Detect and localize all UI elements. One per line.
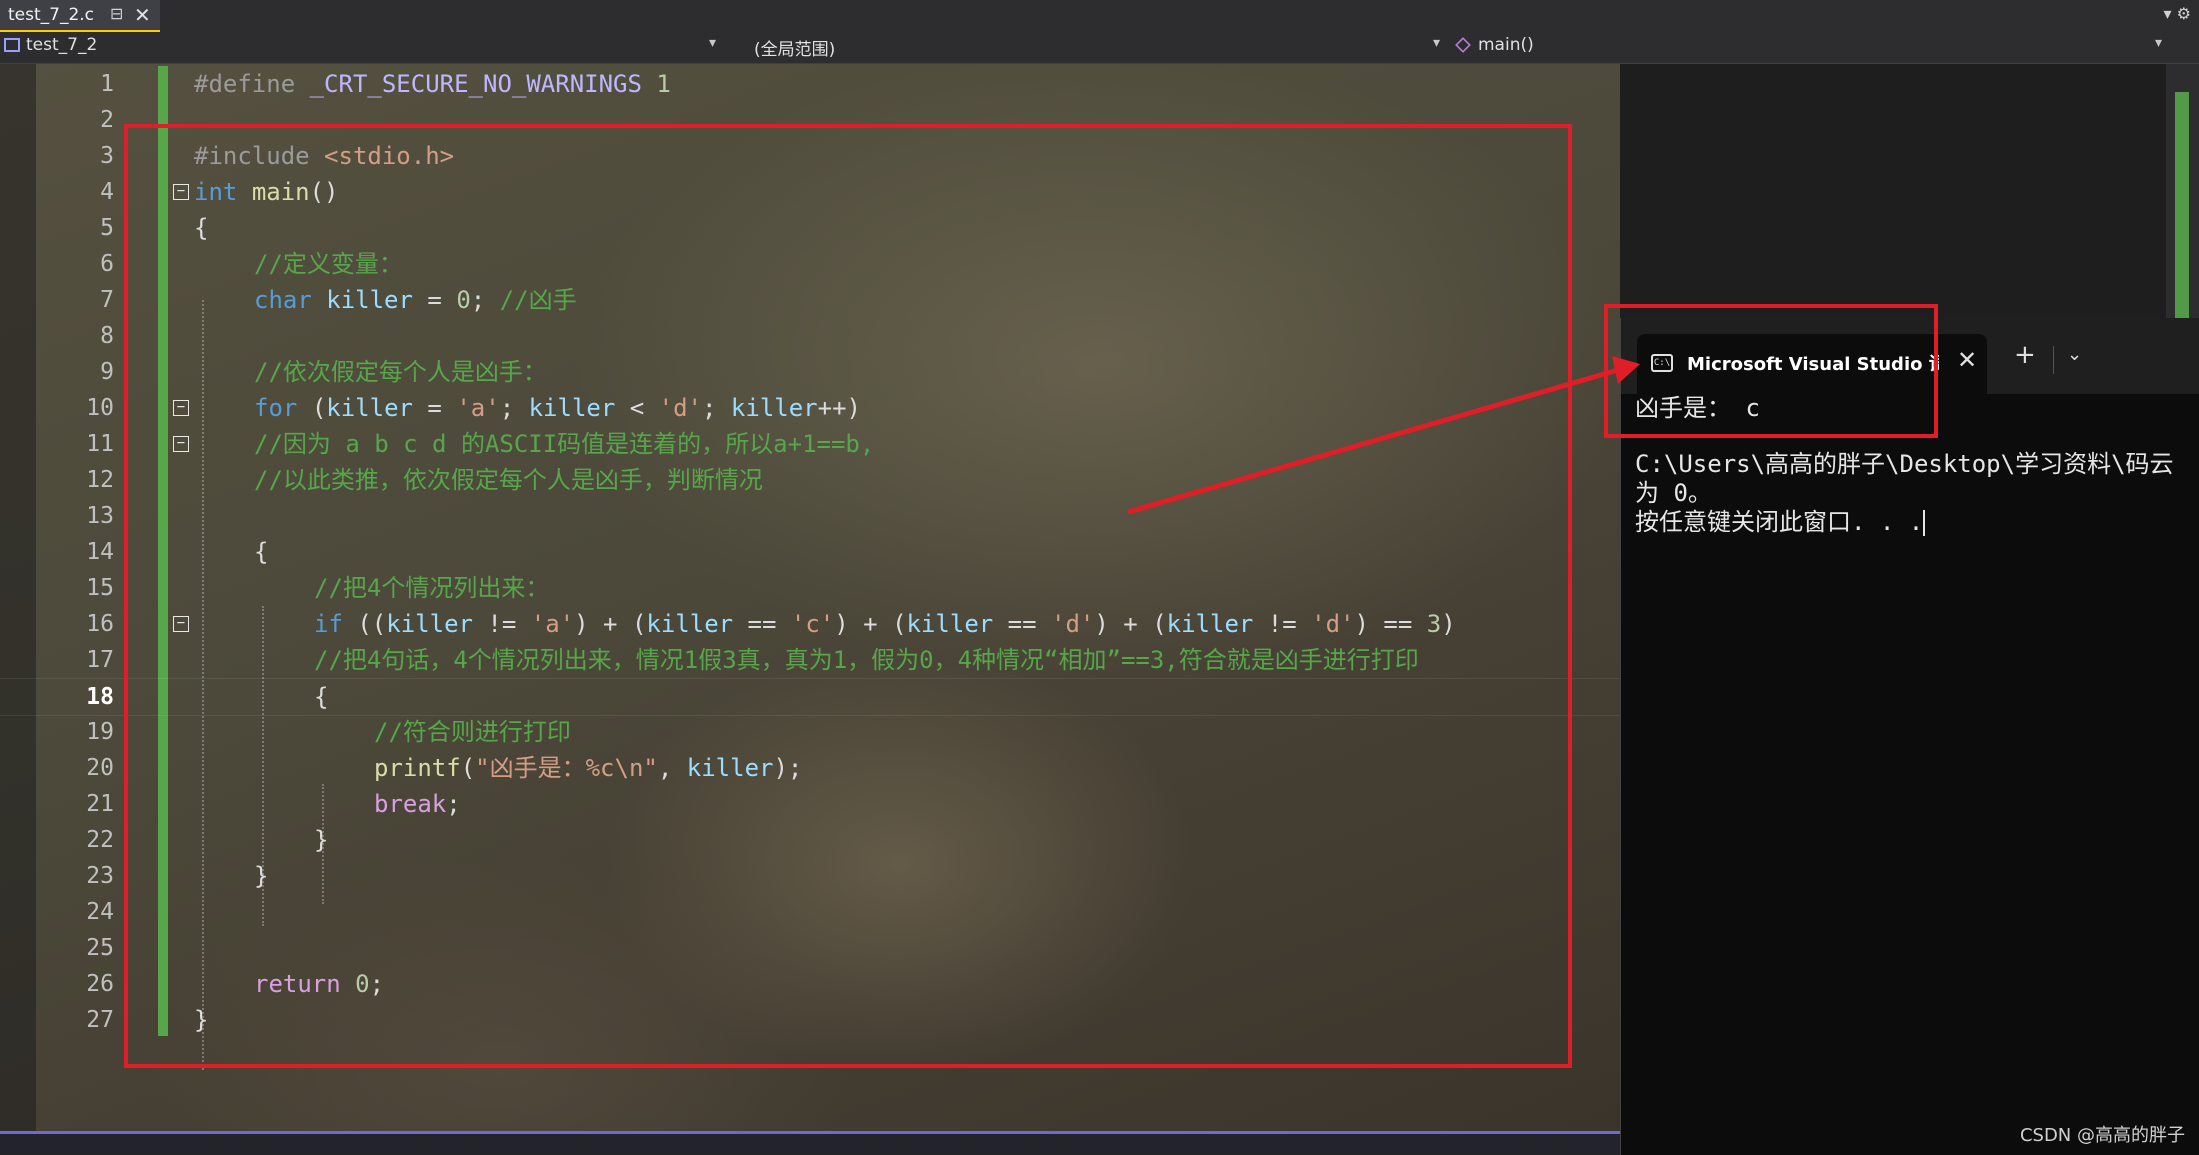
- arrow-head: [1612, 356, 1640, 384]
- arrow-shaft: [1127, 367, 1619, 515]
- annotation-arrow: [1127, 356, 1640, 515]
